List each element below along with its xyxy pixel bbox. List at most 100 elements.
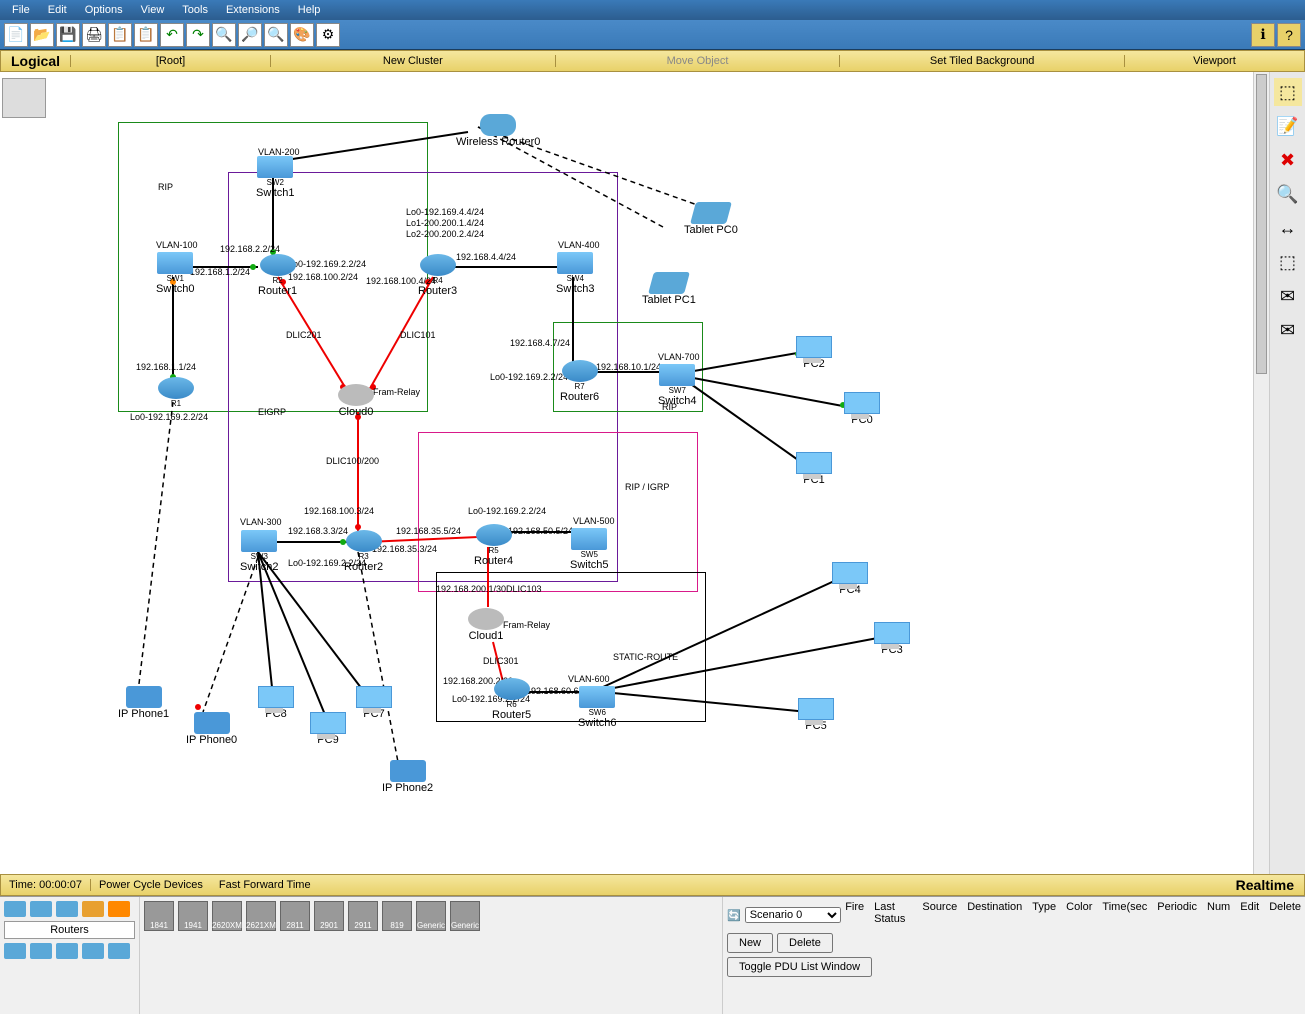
undo-icon[interactable]: ↶	[160, 23, 184, 47]
router6[interactable]: R7Router6	[560, 360, 599, 403]
router3[interactable]: R4Router3	[418, 254, 457, 297]
ipphone2[interactable]: IP Phone2	[382, 760, 433, 794]
zoomout-icon[interactable]: 🔍	[264, 23, 288, 47]
tiledbg-button[interactable]: Set Tiled Background	[839, 55, 1124, 67]
model-2911[interactable]: 2911	[348, 901, 378, 931]
pc8[interactable]: PC8	[258, 686, 294, 720]
shape-icon[interactable]: ⬚	[1274, 248, 1302, 276]
pc0[interactable]: PC0	[844, 392, 880, 426]
menu-extensions[interactable]: Extensions	[218, 2, 288, 18]
pc4[interactable]: PC4	[832, 562, 868, 596]
model-819[interactable]: 819	[382, 901, 412, 931]
menu-view[interactable]: View	[133, 2, 173, 18]
cat-switch-icon[interactable]	[30, 901, 52, 917]
router1[interactable]: R2Router1	[258, 254, 297, 297]
router4[interactable]: R5Router4	[474, 524, 513, 567]
save-icon[interactable]: 💾	[56, 23, 80, 47]
cat-wireless-icon[interactable]	[82, 901, 104, 917]
model-2621xm[interactable]: 2621XM	[246, 901, 276, 931]
menubar[interactable]: File Edit Options View Tools Extensions …	[0, 0, 1305, 20]
newcluster-button[interactable]: New Cluster	[270, 55, 555, 67]
switch5[interactable]: SW5Switch5	[570, 528, 609, 571]
realtime-tab[interactable]: Realtime	[1226, 877, 1304, 893]
help-icon[interactable]: ?	[1277, 23, 1301, 47]
model-2620xm[interactable]: 2620XM	[212, 901, 242, 931]
palette-icon[interactable]: 🎨	[290, 23, 314, 47]
ipphone0[interactable]: IP Phone0	[186, 712, 237, 746]
menu-help[interactable]: Help	[290, 2, 329, 18]
pc1[interactable]: PC1	[796, 452, 832, 486]
model-generic2[interactable]: Generic	[450, 901, 480, 931]
scenario-delete-button[interactable]: Delete	[777, 933, 833, 953]
pc5[interactable]: PC5	[798, 698, 834, 732]
logical-tab[interactable]: Logical	[1, 53, 70, 69]
cat-cloud-icon[interactable]	[108, 943, 130, 959]
fast-forward-button[interactable]: Fast Forward Time	[211, 879, 319, 891]
viewport-button[interactable]: Viewport	[1124, 55, 1304, 67]
menu-edit[interactable]: Edit	[40, 2, 75, 18]
switch4[interactable]: SW7Switch4	[658, 364, 697, 407]
paste-icon[interactable]: 📋	[134, 23, 158, 47]
inspect-icon[interactable]: 🔍	[1274, 180, 1302, 208]
router2[interactable]: R3Router2	[344, 530, 383, 573]
switch2[interactable]: SW3Switch2	[240, 530, 279, 573]
menu-tools[interactable]: Tools	[174, 2, 216, 18]
model-1841[interactable]: 1841	[144, 901, 174, 931]
open-icon[interactable]: 📂	[30, 23, 54, 47]
vertical-scrollbar[interactable]	[1253, 72, 1269, 874]
note-icon[interactable]: 📝	[1274, 112, 1302, 140]
tablet-pc0[interactable]: Tablet PC0	[684, 202, 738, 236]
router5[interactable]: R6Router5	[492, 678, 531, 721]
cloud0[interactable]: Cloud0	[338, 384, 374, 418]
tablet-pc1[interactable]: Tablet PC1	[642, 272, 696, 306]
pc3[interactable]: PC3	[874, 622, 910, 656]
copy-icon[interactable]: 📋	[108, 23, 132, 47]
select-icon[interactable]: ⬚	[1274, 78, 1302, 106]
custom-icon[interactable]: ⚙	[316, 23, 340, 47]
cat-hub-icon[interactable]	[56, 901, 78, 917]
cat-connection-icon[interactable]	[108, 901, 130, 917]
pc9[interactable]: PC9	[310, 712, 346, 746]
redo-icon[interactable]: ↷	[186, 23, 210, 47]
power-cycle-button[interactable]: Power Cycle Devices	[91, 879, 211, 891]
info-icon[interactable]: ℹ	[1251, 23, 1275, 47]
delete-icon[interactable]: ✖	[1274, 146, 1302, 174]
canvas[interactable]: RIP EIGRP RIP RIP / IGRP STATIC-ROUTE Fr…	[48, 72, 1269, 874]
workspace[interactable]: RIP EIGRP RIP RIP / IGRP STATIC-ROUTE Fr…	[0, 72, 1305, 874]
pdu-complex-icon[interactable]: ✉	[1274, 316, 1302, 344]
model-generic1[interactable]: Generic	[416, 901, 446, 931]
switch6[interactable]: SW6Switch6	[578, 686, 617, 729]
menu-options[interactable]: Options	[77, 2, 131, 18]
print-icon[interactable]: 🖨	[82, 23, 106, 47]
pc7[interactable]: PC7	[356, 686, 392, 720]
resize-icon[interactable]: ↔	[1274, 214, 1302, 242]
moveobject-button[interactable]: Move Object	[555, 55, 840, 67]
scenario-new-button[interactable]: New	[727, 933, 773, 953]
zoomreset-icon[interactable]: 🔎	[238, 23, 262, 47]
pdu-simple-icon[interactable]: ✉	[1274, 282, 1302, 310]
switch3[interactable]: SW4Switch3	[556, 252, 595, 295]
toggle-pdu-button[interactable]: Toggle PDU List Window	[727, 957, 872, 977]
nav-thumbnail[interactable]	[2, 78, 46, 118]
zoomin-icon[interactable]: 🔍	[212, 23, 236, 47]
model-1941[interactable]: 1941	[178, 901, 208, 931]
root-button[interactable]: [Root]	[70, 55, 270, 67]
switch0[interactable]: SW1Switch0	[156, 252, 195, 295]
menu-file[interactable]: File	[4, 2, 38, 18]
cat-custom-icon[interactable]	[56, 943, 78, 959]
router0[interactable]: R1	[158, 377, 194, 408]
wireless-router0[interactable]: Wireless Router0	[456, 114, 540, 148]
cat-end-icon[interactable]	[4, 943, 26, 959]
scenario-select[interactable]: Scenario 0	[745, 907, 842, 923]
cat-wan-icon[interactable]	[30, 943, 52, 959]
ipphone1[interactable]: IP Phone1	[118, 686, 169, 720]
cat-router-icon[interactable]	[4, 901, 26, 917]
ip-t17: DLIC100/200	[326, 456, 379, 466]
model-2901[interactable]: 2901	[314, 901, 344, 931]
switch1[interactable]: SW2Switch1	[256, 156, 295, 199]
pc2[interactable]: PC2	[796, 336, 832, 370]
model-2811[interactable]: 2811	[280, 901, 310, 931]
cloud1[interactable]: Cloud1	[468, 608, 504, 642]
cat-multi-icon[interactable]	[82, 943, 104, 959]
new-icon[interactable]: 📄	[4, 23, 28, 47]
